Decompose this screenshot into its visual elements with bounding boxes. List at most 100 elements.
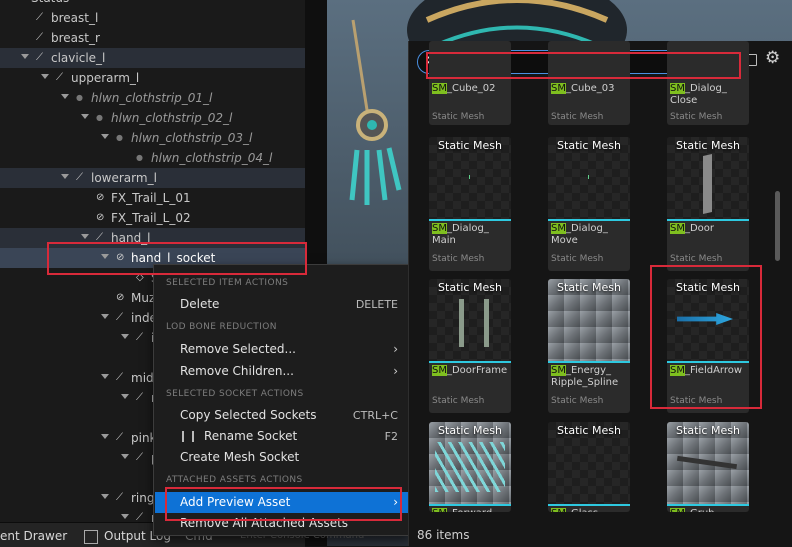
asset-name-rest: _FieldArrow <box>684 365 743 376</box>
menu-item-label: Remove Children... <box>180 364 294 378</box>
asset-type-label: Static Mesh <box>551 396 604 406</box>
asset-grid-scrollbar[interactable] <box>775 191 780 261</box>
mesh-icon: ◇ <box>136 272 144 283</box>
asset-tile[interactable]: Static Mesh SM_Forward <box>429 422 511 512</box>
asset-type-header: Static Mesh <box>676 424 740 437</box>
menu-item-remove-all-attached-assets[interactable]: Remove All Attached Assets <box>155 513 408 534</box>
bone-icon: ⟋ <box>116 312 123 323</box>
expand-arrow-icon[interactable] <box>101 494 109 499</box>
asset-name: SM_Forward <box>432 508 510 512</box>
bone-icon: ⟋ <box>136 332 143 343</box>
asset-tile[interactable]: Static Mesh SM_Dialog_ Main Static Mesh <box>429 137 511 271</box>
asset-tile[interactable]: Static Mesh SM_FieldArrow Static Mesh <box>667 279 749 413</box>
expand-arrow-icon[interactable] <box>81 234 89 239</box>
bone-icon: ⟋ <box>96 232 103 243</box>
search-match-highlight: SM <box>551 508 566 512</box>
asset-tile[interactable]: Static Mesh SM_Door Static Mesh <box>667 137 749 271</box>
asset-tile[interactable]: Static Mesh SM_Grub <box>667 422 749 512</box>
menu-item-copy-selected-sockets[interactable]: Copy Selected Sockets CTRL+C <box>155 405 408 426</box>
tree-row[interactable]: ● hlwn_clothstrip_01_l <box>0 88 305 108</box>
bone-icon: ⟋ <box>76 172 83 183</box>
tree-row[interactable]: ⟋ upperarm_l <box>0 68 305 88</box>
dot-icon: ● <box>136 153 143 162</box>
tree-row[interactable]: ⟋Status <box>0 0 305 8</box>
asset-type-header: Static Mesh <box>676 139 740 152</box>
bone-icon: ⟋ <box>136 452 143 463</box>
asset-tile[interactable]: SM_Dialog_ Close Static Mesh <box>667 41 749 125</box>
tree-row[interactable]: ⟋ breast_l <box>0 8 305 28</box>
asset-thumbnail: Static Mesh <box>667 422 749 506</box>
menu-item-label: Delete <box>180 297 220 311</box>
tree-row[interactable]: ⟋ breast_r <box>0 28 305 48</box>
tree-row[interactable]: ● hlwn_clothstrip_04_l <box>0 148 305 168</box>
thumbnail-preview <box>676 455 738 470</box>
menu-item-remove-children[interactable]: Remove Children... › <box>155 361 408 382</box>
section-selected-socket-actions: SELECTED SOCKET ACTIONS <box>166 389 304 399</box>
tree-row[interactable]: ⟋ clavicle_l <box>0 48 305 68</box>
bone-icon: ⟋ <box>56 72 63 83</box>
tree-row-label: upperarm_l <box>71 71 140 85</box>
asset-type-header: Static Mesh <box>438 139 502 152</box>
tree-row[interactable]: ● hlwn_clothstrip_02_l <box>0 108 305 128</box>
expand-arrow-icon[interactable] <box>101 314 109 319</box>
settings-gear-icon[interactable]: ⚙ <box>765 48 780 68</box>
expand-arrow-icon[interactable] <box>121 334 129 339</box>
expand-arrow-icon[interactable] <box>41 74 49 79</box>
menu-item-rename-socket[interactable]: Rename Socket F2 <box>155 426 408 447</box>
menu-item-label: Copy Selected Sockets <box>180 408 317 422</box>
expand-arrow-icon[interactable] <box>101 134 109 139</box>
charm-chain <box>351 19 369 111</box>
bone-icon: ⟋ <box>136 512 143 523</box>
asset-tile[interactable]: SM_Cube_03 Static Mesh <box>548 41 630 125</box>
asset-type-header: Static Mesh <box>557 424 621 437</box>
bone-icon: ⟋ <box>36 12 43 23</box>
shortcut-label: CTRL+C <box>352 409 398 422</box>
tree-row[interactable]: ⟋ lowerarm_l <box>0 168 305 188</box>
asset-name: SM_Door <box>670 223 748 235</box>
expand-arrow-icon[interactable] <box>101 374 109 379</box>
asset-thumbnail: Static Mesh <box>667 137 749 221</box>
tree-row[interactable]: ⊘ FX_Trail_L_02 <box>0 208 305 228</box>
expand-arrow-icon[interactable] <box>101 254 109 259</box>
asset-name-rest: _Cube_02 <box>446 83 496 94</box>
menu-item-create-mesh-socket[interactable]: Create Mesh Socket <box>155 447 408 468</box>
expand-arrow-icon[interactable] <box>121 394 129 399</box>
bone-icon: ⟋ <box>116 372 123 383</box>
asset-thumbnail: Static Mesh <box>548 422 630 506</box>
asset-tile[interactable]: Static Mesh SM_Energy_ Ripple_Spline Stati… <box>548 279 630 413</box>
thumbnail-preview <box>588 175 589 179</box>
menu-item-remove-selected[interactable]: Remove Selected... › <box>155 339 408 360</box>
expand-arrow-icon[interactable] <box>21 54 29 59</box>
asset-type-label: Static Mesh <box>670 254 723 264</box>
asset-name: SM_Glass <box>551 508 629 512</box>
asset-name: SM_Dialog_ Close <box>670 83 748 107</box>
content-drawer-tab[interactable]: ent Drawer <box>0 527 67 545</box>
expand-arrow-icon[interactable] <box>61 94 69 99</box>
bone-icon: ⟋ <box>36 52 43 63</box>
tree-row-label: FX_Trail_L_02 <box>111 211 191 225</box>
tree-row[interactable]: ⟋ hand_l <box>0 228 305 248</box>
menu-item-add-preview-asset[interactable]: Add Preview Asset › <box>155 492 408 513</box>
dot-icon: ● <box>116 133 123 142</box>
asset-type-label: Static Mesh <box>551 254 604 264</box>
expand-arrow-icon[interactable] <box>81 114 89 119</box>
tree-row[interactable]: ● hlwn_clothstrip_03_l <box>0 128 305 148</box>
asset-tile[interactable]: Static Mesh SM_DoorFrame Static Mesh <box>429 279 511 413</box>
expand-arrow-icon[interactable] <box>121 454 129 459</box>
menu-item-label: Remove All Attached Assets <box>180 516 349 530</box>
menu-item-label: Remove Selected... <box>180 342 296 356</box>
expand-arrow-icon[interactable] <box>101 434 109 439</box>
asset-tile[interactable]: Static Mesh SM_Glass <box>548 422 630 512</box>
asset-type-header: Static Mesh <box>676 281 740 294</box>
menu-item-label: Create Mesh Socket <box>180 450 300 464</box>
expand-arrow-icon[interactable] <box>61 174 69 179</box>
expand-arrow-icon[interactable] <box>121 514 129 519</box>
menu-item-delete[interactable]: Delete DELETE <box>155 294 408 315</box>
chevron-right-icon: › <box>393 342 398 356</box>
asset-tile[interactable]: SM_Cube_02 Static Mesh <box>429 41 511 125</box>
asset-name: SM_FieldArrow <box>670 365 748 377</box>
asset-tile[interactable]: Static Mesh SM_Dialog_ Move Static Mesh <box>548 137 630 271</box>
tree-row[interactable]: ⊘ FX_Trail_L_01 <box>0 188 305 208</box>
asset-name-rest: _Door <box>684 223 715 234</box>
dot-icon: ● <box>96 113 103 122</box>
